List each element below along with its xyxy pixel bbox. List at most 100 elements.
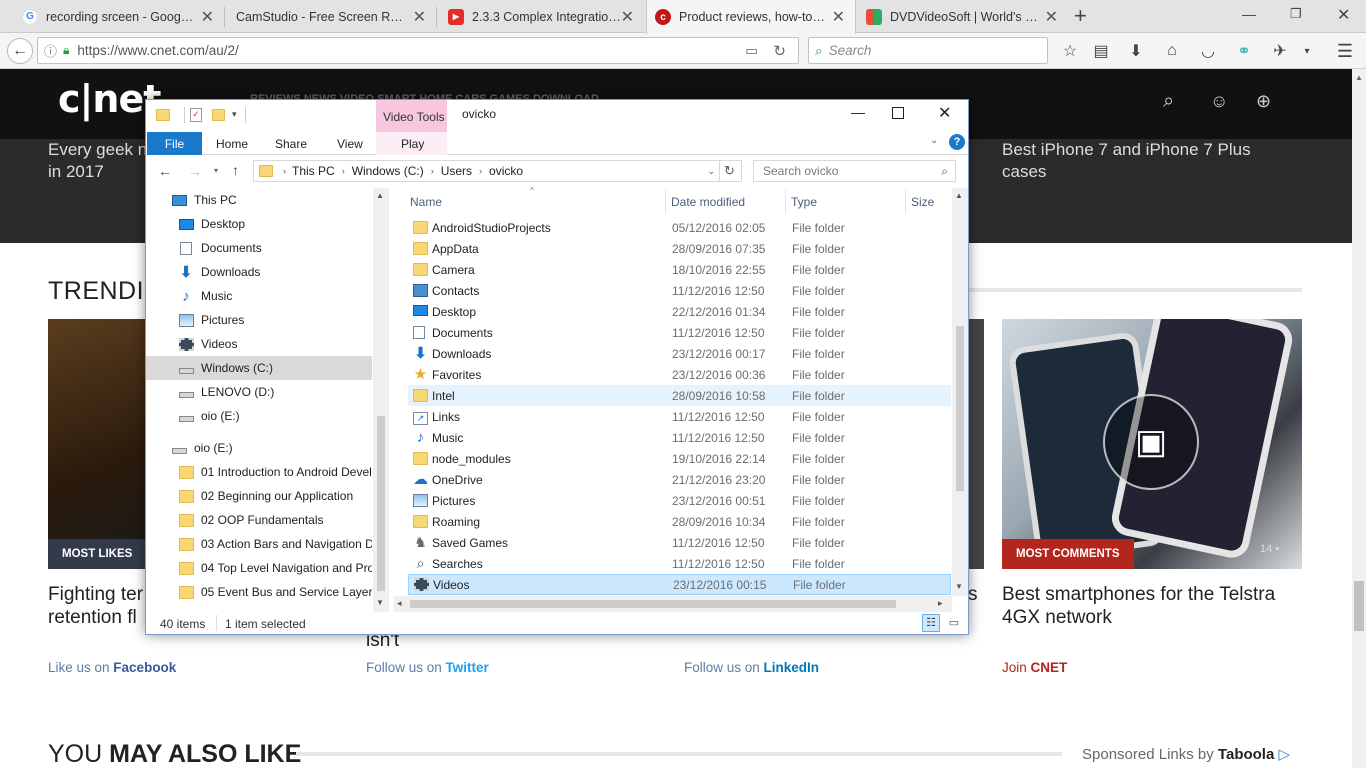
nav-item-lenovo-d[interactable]: LENOVO (D:) <box>146 380 372 404</box>
nav-item-01-introduction-to-android-devel[interactable]: 01 Introduction to Android Devel <box>146 460 372 484</box>
nav-scrollbar[interactable]: ▲ ▼ <box>373 188 389 612</box>
tab-camstudio[interactable]: CamStudio - Free Screen Reco... ✕ <box>228 0 436 33</box>
tab-home[interactable]: Home <box>216 132 248 155</box>
nav-item-downloads[interactable]: ⬇ Downloads <box>146 260 372 284</box>
home-icon[interactable]: ⌂ <box>1161 40 1183 62</box>
nav-item-oio-e[interactable]: oio (E:) <box>146 404 372 428</box>
pocket-icon[interactable]: ◡ <box>1197 40 1219 62</box>
close-tab-icon[interactable]: ✕ <box>201 7 214 27</box>
page-scrollbar-thumb[interactable] <box>1354 581 1364 631</box>
close-tab-icon[interactable]: ✕ <box>1045 7 1058 27</box>
nav-item-desktop[interactable]: Desktop <box>146 212 372 236</box>
recent-locations-icon[interactable]: ▾ <box>214 166 218 175</box>
new-tab-button[interactable]: + <box>1074 3 1087 29</box>
column-header-name[interactable]: Name <box>410 195 442 209</box>
file-row[interactable]: Contacts 11/12/2016 12:50 File folder <box>408 280 951 301</box>
details-view-icon[interactable]: ☷ <box>922 614 940 632</box>
breadcrumb-windows-c[interactable]: Windows (C:) <box>352 164 424 178</box>
explorer-search-input[interactable]: Search ovicko ⌕ <box>753 160 956 182</box>
address-dropdown-icon[interactable]: ⌄ <box>707 166 715 177</box>
gallery-icon[interactable]: ▣ <box>1103 394 1199 490</box>
file-row[interactable]: Videos 23/12/2016 00:15 File folder <box>408 574 951 595</box>
file-row[interactable]: ☁ OneDrive 21/12/2016 23:20 File folder <box>408 469 951 490</box>
file-row[interactable]: AppData 28/09/2016 07:35 File folder <box>408 238 951 259</box>
download-icon[interactable]: ⬇ <box>1125 40 1147 62</box>
nav-item-02-beginning-our-application[interactable]: 02 Beginning our Application <box>146 484 372 508</box>
card-middle-right[interactable] <box>968 319 984 569</box>
nav-item-04-top-level-navigation-and-prof[interactable]: 04 Top Level Navigation and Prof <box>146 556 372 580</box>
extension-icon[interactable]: ✈ <box>1269 40 1291 62</box>
nav-item-music[interactable]: ♪ Music <box>146 284 372 308</box>
nav-item-02-oop-fundamentals[interactable]: 02 OOP Fundamentals <box>146 508 372 532</box>
sponsored-links[interactable]: Sponsored Links by Taboola ▷ <box>1082 745 1290 763</box>
card-most-likes[interactable]: MOST LIKES <box>48 319 148 569</box>
url-bar[interactable]: ⓘ 🔒︎ https://www.cnet.com/au/2/ ▭ ↻ <box>37 37 799 64</box>
nav-item-03-action-bars-and-navigation-dr[interactable]: 03 Action Bars and Navigation Dr <box>146 532 372 556</box>
nav-item-windows-c[interactable]: Windows (C:) <box>146 356 372 380</box>
minimize-button[interactable]: — <box>1242 6 1256 22</box>
nav-item-documents[interactable]: Documents <box>146 236 372 260</box>
nav-item-pictures[interactable]: Pictures <box>146 308 372 332</box>
refresh-icon[interactable]: ↻ <box>719 160 739 182</box>
file-row[interactable]: Desktop 22/12/2016 01:34 File folder <box>408 301 951 322</box>
info-icon[interactable]: ⓘ <box>44 41 57 60</box>
new-folder-icon[interactable] <box>212 109 225 121</box>
breadcrumb-ovicko[interactable]: ovicko <box>489 164 523 178</box>
overflow-chevron-icon[interactable]: ▾ <box>1296 40 1318 62</box>
tab-youtube[interactable]: ▶ 2.3.3 Complex Integration ... ✕ <box>440 0 644 33</box>
help-icon[interactable]: ? <box>949 134 965 150</box>
customize-toolbar-icon[interactable]: ▾ <box>232 109 237 120</box>
file-list-scrollbar[interactable]: ▲ ▼ <box>952 188 968 596</box>
follow-linkedin[interactable]: Follow us on LinkedIn <box>684 660 819 675</box>
minimize-button[interactable]: — <box>851 104 865 120</box>
headline-left[interactable]: Fighting ter retention fl <box>48 583 143 629</box>
nav-item-05-event-bus-and-service-layer[interactable]: 05 Event Bus and Service Layer <box>146 580 372 604</box>
bookmark-star-icon[interactable]: ☆ <box>1059 40 1081 62</box>
close-window-button[interactable]: ✕ <box>1337 5 1350 25</box>
headline-right-frag[interactable]: s <box>968 583 978 606</box>
headline-right[interactable]: Best smartphones for the Telstra 4GX netw… <box>1002 583 1275 629</box>
file-row[interactable]: ⌕ Searches 11/12/2016 12:50 File folder <box>408 553 951 574</box>
file-row[interactable]: ♪ Music 11/12/2016 12:50 File folder <box>408 427 951 448</box>
menu-hamburger-icon[interactable]: ☰ <box>1334 40 1356 62</box>
file-row[interactable]: Documents 11/12/2016 12:50 File folder <box>408 322 951 343</box>
close-tab-icon[interactable]: ✕ <box>413 7 426 27</box>
join-cnet[interactable]: Join CNET <box>1002 660 1067 675</box>
file-row[interactable]: Intel 28/09/2016 10:58 File folder <box>408 385 951 406</box>
close-tab-icon[interactable]: ✕ <box>621 7 634 27</box>
globe-icon[interactable]: ⊕ <box>1256 91 1271 112</box>
file-list-scrollbar-thumb[interactable] <box>956 326 964 491</box>
page-scrollbar[interactable]: ▲ <box>1352 69 1366 768</box>
tab-dvdvideosoft[interactable]: DVDVideoSoft | World's #1... ✕ <box>858 0 1068 33</box>
tab-play[interactable]: Play <box>401 132 424 155</box>
reload-icon[interactable]: ↻ <box>773 42 786 60</box>
breadcrumb-users[interactable]: Users <box>441 164 472 178</box>
file-row[interactable]: ♞ Saved Games 11/12/2016 12:50 File folder <box>408 532 951 553</box>
tab-cnet[interactable]: c Product reviews, how-tos,... ✕ <box>646 0 856 34</box>
close-button[interactable]: ✕ <box>938 103 951 123</box>
file-row[interactable]: Roaming 28/09/2016 10:34 File folder <box>408 511 951 532</box>
close-tab-icon[interactable]: ✕ <box>832 7 845 27</box>
file-row[interactable]: ↗ Links 11/12/2016 12:50 File folder <box>408 406 951 427</box>
user-icon[interactable]: ☺ <box>1210 91 1228 112</box>
file-row[interactable]: AndroidStudioProjects 05/12/2016 02:05 Fil… <box>408 217 951 238</box>
large-icons-view-icon[interactable]: ▭ <box>945 614 963 632</box>
nav-item-this-pc[interactable]: This PC <box>146 188 372 212</box>
tab-file[interactable]: File <box>147 132 202 155</box>
file-row[interactable]: Pictures 23/12/2016 00:51 File folder <box>408 490 951 511</box>
follow-facebook[interactable]: Like us on Facebook <box>48 660 176 675</box>
up-arrow-icon[interactable]: ↑ <box>232 162 239 178</box>
bookmarks-list-icon[interactable]: ▤ <box>1090 40 1112 62</box>
reader-view-icon[interactable]: ▭ <box>745 43 758 59</box>
column-header-type[interactable]: Type <box>791 195 817 209</box>
properties-icon[interactable]: ✓ <box>190 108 202 122</box>
file-row[interactable]: ★ Favorites 23/12/2016 00:36 File folder <box>408 364 951 385</box>
expand-ribbon-icon[interactable]: ⌄ <box>930 135 938 146</box>
maximize-button[interactable] <box>892 107 904 119</box>
addon-icon[interactable]: ⚭ <box>1233 40 1255 62</box>
file-row[interactable]: node_modules 19/10/2016 22:14 File folder <box>408 448 951 469</box>
hero-left-title[interactable]: Every geek n in 2017 <box>48 139 147 183</box>
tab-google[interactable]: G recording srceen - Google... ✕ <box>14 0 224 33</box>
breadcrumb[interactable]: › This PC › Windows (C:) › Users › ovick… <box>253 160 742 182</box>
follow-twitter[interactable]: Follow us on Twitter <box>366 660 489 675</box>
